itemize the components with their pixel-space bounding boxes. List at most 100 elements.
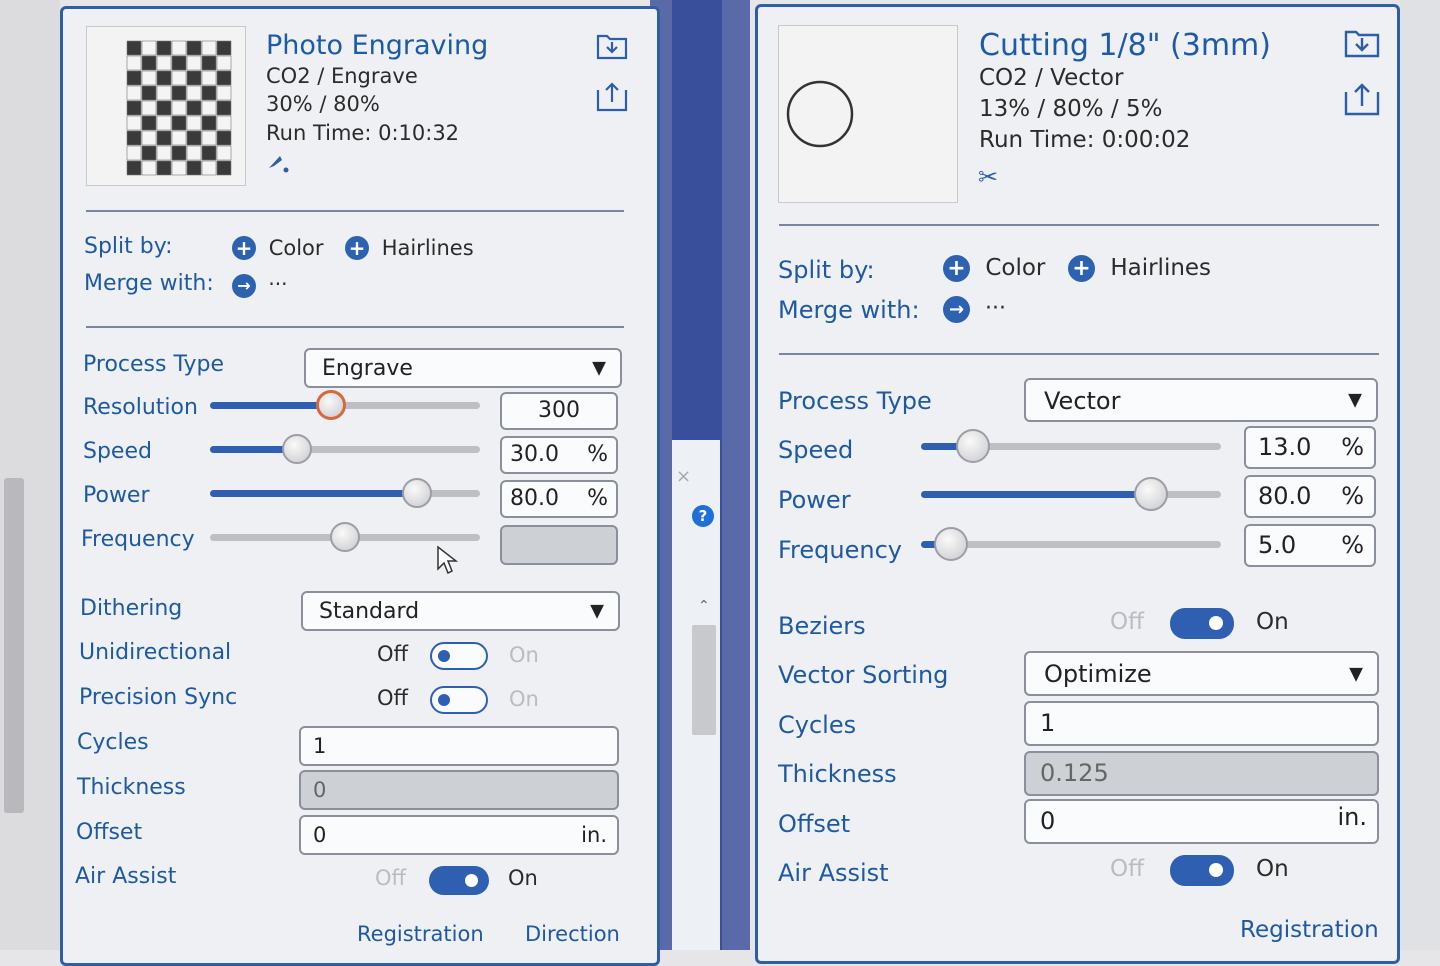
merge-with-button[interactable]: → ··· bbox=[943, 296, 1006, 323]
resolution-field[interactable]: 300 bbox=[500, 392, 618, 430]
import-icon[interactable] bbox=[596, 30, 628, 64]
checker-cell bbox=[126, 115, 142, 131]
checker-cell bbox=[201, 145, 217, 161]
frequency-field[interactable]: 5.0 % bbox=[1244, 524, 1376, 567]
air-assist-toggle[interactable] bbox=[1170, 855, 1234, 886]
power-slider[interactable] bbox=[210, 478, 480, 508]
registration-tab[interactable]: Registration bbox=[357, 922, 484, 946]
speed-field[interactable]: 13.0 % bbox=[1244, 426, 1376, 469]
split-by-label: Split by: bbox=[778, 256, 875, 284]
plus-circle-icon: + bbox=[943, 255, 970, 282]
percent-unit: % bbox=[1341, 531, 1364, 559]
slider-knob[interactable] bbox=[1133, 477, 1168, 511]
divider bbox=[779, 224, 1379, 226]
process-type-dropdown[interactable]: Vector ▼ bbox=[1024, 378, 1378, 422]
split-color-button[interactable]: + Color bbox=[232, 236, 324, 260]
split-hairlines-button[interactable]: + Hairlines bbox=[345, 236, 474, 260]
checker-cell bbox=[171, 115, 187, 131]
speed-slider[interactable] bbox=[921, 429, 1221, 463]
unidirectional-toggle[interactable] bbox=[430, 642, 488, 670]
chevron-down-icon: ▼ bbox=[590, 600, 604, 622]
offset-field[interactable]: 0 in. bbox=[1024, 799, 1379, 844]
air-assist-label: Air Assist bbox=[778, 859, 889, 887]
merge-with-label: Merge with: bbox=[778, 296, 920, 324]
checker-cell bbox=[141, 40, 157, 56]
process-type-label: Process Type bbox=[778, 387, 932, 415]
direction-tab[interactable]: Direction bbox=[525, 922, 620, 946]
process-type-dropdown[interactable]: Engrave ▼ bbox=[304, 348, 622, 388]
slider-knob[interactable] bbox=[955, 429, 990, 463]
scrollbar-thumb[interactable] bbox=[692, 625, 716, 735]
frequency-label: Frequency bbox=[81, 527, 195, 552]
export-icon[interactable] bbox=[1344, 80, 1380, 120]
offset-unit: in. bbox=[1337, 803, 1367, 831]
checker-cell bbox=[201, 70, 217, 86]
checker-cell bbox=[216, 100, 232, 116]
checker-cell bbox=[186, 115, 202, 131]
slider-fill bbox=[210, 489, 417, 497]
scissors-icon: ✂ bbox=[978, 163, 999, 191]
power-field[interactable]: 80.0 % bbox=[1244, 475, 1376, 518]
thickness-value: 0.125 bbox=[1040, 759, 1109, 787]
unidirectional-on-label: On bbox=[509, 643, 539, 667]
divider bbox=[86, 210, 624, 212]
checker-cell bbox=[201, 100, 217, 116]
registration-tab[interactable]: Registration bbox=[1240, 917, 1379, 943]
power-label: Power bbox=[83, 483, 150, 508]
offset-unit: in. bbox=[581, 823, 607, 847]
chevron-down-icon: ▼ bbox=[1349, 663, 1363, 684]
slider-knob[interactable] bbox=[315, 390, 346, 420]
slider-knob[interactable] bbox=[330, 522, 360, 552]
checker-cell bbox=[186, 40, 202, 56]
split-by-label: Split by: bbox=[84, 234, 173, 259]
merge-with-label: Merge with: bbox=[84, 271, 214, 296]
arrow-right-circle-icon: → bbox=[943, 296, 970, 323]
preset-name: Cutting 1/8" (3mm) bbox=[979, 28, 1271, 63]
export-icon[interactable] bbox=[596, 80, 628, 116]
checker-cell bbox=[186, 160, 202, 176]
cursor-icon bbox=[436, 545, 459, 579]
plus-circle-icon: + bbox=[232, 236, 256, 260]
split-hairlines-button[interactable]: + Hairlines bbox=[1068, 255, 1211, 282]
power-slider[interactable] bbox=[921, 477, 1221, 511]
import-icon[interactable] bbox=[1344, 25, 1380, 63]
thickness-value: 0 bbox=[313, 778, 327, 802]
checker-cell bbox=[141, 115, 157, 131]
speed-field[interactable]: 30.0 % bbox=[500, 436, 618, 474]
checker-cell bbox=[126, 160, 142, 176]
cycles-field[interactable]: 1 bbox=[299, 726, 619, 766]
slider-knob[interactable] bbox=[282, 434, 312, 464]
air-assist-toggle[interactable] bbox=[429, 866, 489, 895]
precision-sync-label: Precision Sync bbox=[79, 685, 238, 710]
slider-knob[interactable] bbox=[934, 527, 969, 561]
checker-cell bbox=[201, 115, 217, 131]
merge-with-button[interactable]: → ··· bbox=[232, 272, 287, 298]
checker-cell bbox=[171, 55, 187, 71]
power-field[interactable]: 80.0 % bbox=[500, 480, 618, 518]
dithering-dropdown[interactable]: Standard ▼ bbox=[301, 591, 620, 631]
precision-sync-off-label: Off bbox=[377, 686, 408, 710]
close-icon[interactable]: × bbox=[676, 466, 691, 487]
speed-slider[interactable] bbox=[210, 434, 480, 464]
offset-field[interactable]: 0 in. bbox=[299, 815, 619, 855]
resolution-slider[interactable] bbox=[210, 390, 480, 420]
vector-sorting-dropdown[interactable]: Optimize ▼ bbox=[1024, 651, 1379, 696]
cycles-field[interactable]: 1 bbox=[1024, 701, 1379, 746]
slider-knob[interactable] bbox=[402, 478, 432, 508]
split-color-button[interactable]: + Color bbox=[943, 255, 1045, 282]
chevron-up-icon[interactable]: ⌃ bbox=[698, 598, 710, 614]
checker-cell bbox=[201, 85, 217, 101]
help-icon[interactable]: ? bbox=[692, 505, 714, 527]
offset-label: Offset bbox=[76, 820, 143, 845]
checker-cell bbox=[216, 115, 232, 131]
checker-cell bbox=[141, 70, 157, 86]
precision-sync-toggle[interactable] bbox=[430, 686, 488, 714]
preset-thumbnail bbox=[86, 26, 246, 186]
frequency-slider[interactable] bbox=[921, 527, 1221, 561]
checker-cell bbox=[156, 160, 172, 176]
preset-material: CO2 / Engrave bbox=[266, 64, 418, 88]
beziers-toggle[interactable] bbox=[1170, 608, 1234, 639]
scrollbar[interactable] bbox=[4, 478, 24, 813]
checker-cell bbox=[171, 130, 187, 146]
split-color-label: Color bbox=[268, 236, 324, 260]
